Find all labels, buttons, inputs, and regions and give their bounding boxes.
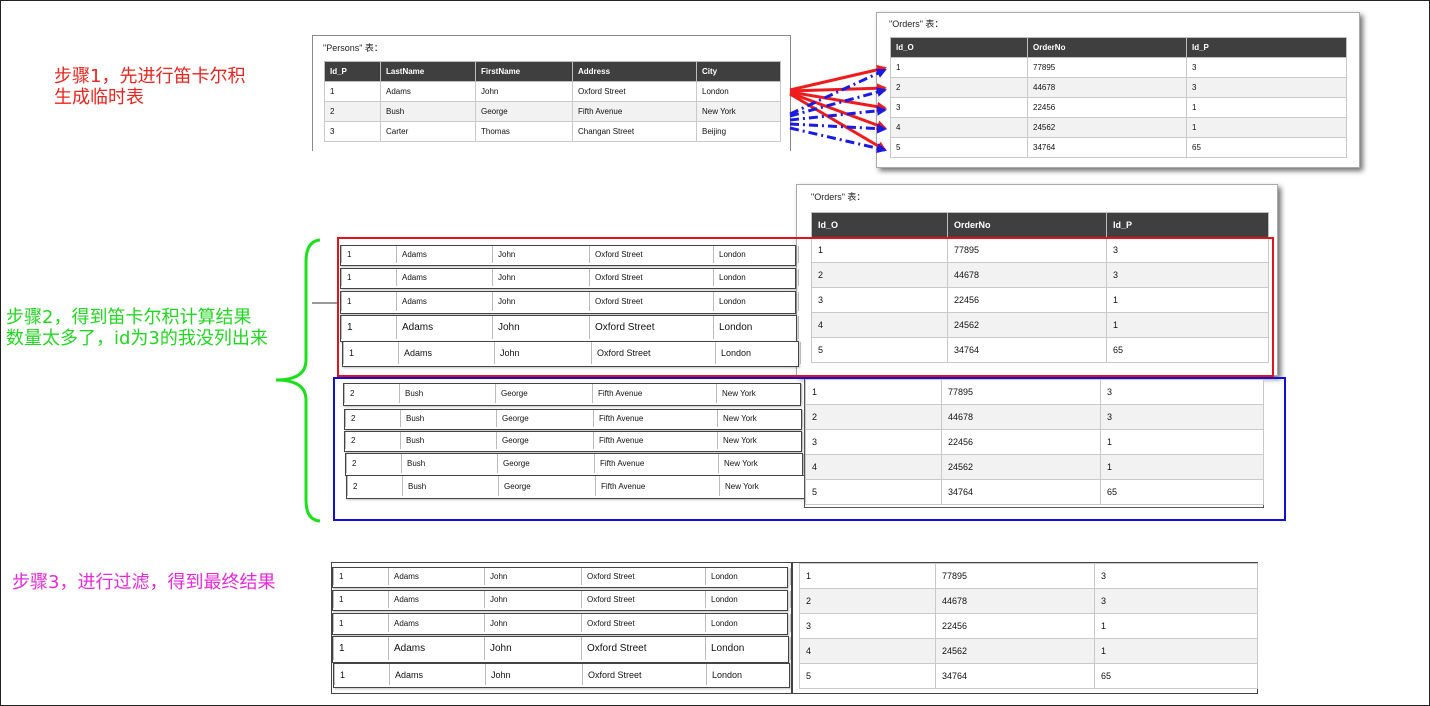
green-brace bbox=[275, 238, 321, 523]
red-arrows bbox=[789, 64, 887, 152]
red-arrow-1 bbox=[789, 64, 887, 92]
blue-arrow-4 bbox=[789, 122, 887, 134]
annotation-overlay bbox=[275, 64, 887, 523]
blue-arrow-5 bbox=[789, 126, 887, 154]
